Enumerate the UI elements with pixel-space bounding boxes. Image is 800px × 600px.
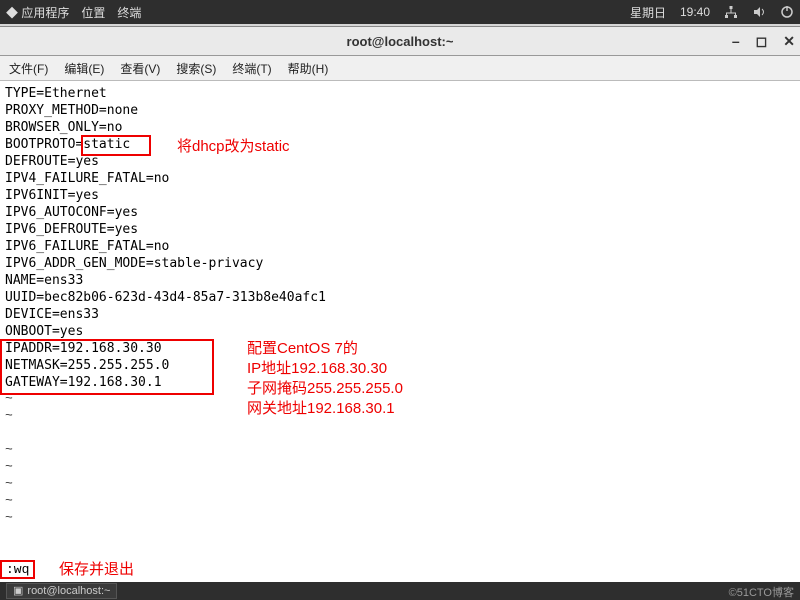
vim-tilde: ~ — [5, 476, 13, 491]
menu-terminal[interactable]: 终端(T) — [232, 60, 271, 77]
terminal-icon: ▣ — [13, 584, 23, 598]
vim-tilde: ~ — [5, 510, 13, 525]
vim-tilde: ~ — [5, 408, 13, 423]
terminal-launcher[interactable]: 终端 — [117, 4, 141, 21]
clock-time: 19:40 — [680, 5, 710, 19]
note-ipconfig: 配置CentOS 7的 IP地址192.168.30.30 子网掩码255.25… — [247, 339, 403, 419]
window-titlebar[interactable]: root@localhost:~ – ◻ ✕ — [0, 27, 800, 56]
taskbar-terminal[interactable]: ▣ root@localhost:~ — [6, 583, 117, 599]
vim-command: :wq — [0, 560, 35, 579]
menu-help[interactable]: 帮助(H) — [288, 60, 329, 77]
places-menu[interactable]: 位置 — [81, 4, 105, 21]
gnome-top-panel: ◆ 应用程序 位置 终端 星期日 19:40 — [0, 0, 800, 24]
maximize-button[interactable]: ◻ — [756, 33, 768, 50]
highlight-ipblock — [0, 339, 214, 395]
power-icon[interactable] — [780, 5, 794, 19]
terminal-menubar: 文件(F) 编辑(E) 查看(V) 搜索(S) 终端(T) 帮助(H) — [0, 56, 800, 81]
network-icon[interactable] — [724, 5, 738, 19]
vim-tilde: ~ — [5, 493, 13, 508]
menu-edit[interactable]: 编辑(E) — [64, 60, 104, 77]
volume-icon[interactable] — [752, 5, 766, 19]
vim-tilde: ~ — [5, 459, 13, 474]
terminal-content[interactable]: TYPE=Ethernet PROXY_METHOD=none BROWSER_… — [0, 81, 800, 583]
window-title: root@localhost:~ — [347, 34, 454, 49]
watermark: ©51CTO博客 — [729, 584, 794, 600]
menu-view[interactable]: 查看(V) — [120, 60, 160, 77]
taskbar: ▣ root@localhost:~ ©51CTO博客 — [0, 582, 800, 600]
vim-tilde: ~ — [5, 391, 13, 406]
close-button[interactable]: ✕ — [783, 33, 795, 50]
highlight-bootproto — [81, 135, 151, 156]
minimize-button[interactable]: – — [732, 33, 740, 50]
note-static: 将dhcp改为static — [177, 137, 290, 157]
vim-tilde: ~ — [5, 442, 13, 457]
activities-menu[interactable]: ◆ 应用程序 — [6, 4, 69, 21]
clock-day: 星期日 — [630, 4, 666, 21]
note-wq: 保存并退出 — [59, 558, 134, 579]
menu-file[interactable]: 文件(F) — [9, 60, 48, 77]
terminal-window: root@localhost:~ – ◻ ✕ 文件(F) 编辑(E) 查看(V)… — [0, 26, 800, 582]
menu-search[interactable]: 搜索(S) — [176, 60, 216, 77]
